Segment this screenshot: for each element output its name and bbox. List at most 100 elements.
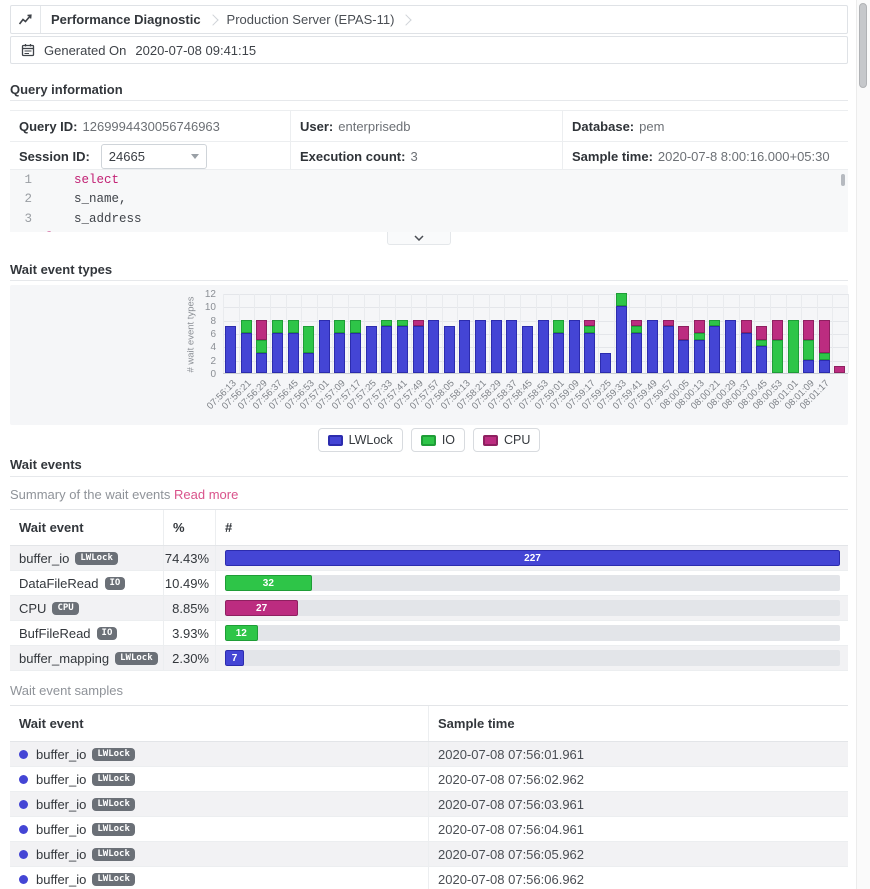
samples-table-body: buffer_ioLWLock2020-07-08 07:56:01.961bu…: [10, 742, 848, 889]
bar-segment-io: [631, 326, 642, 333]
breadcrumb-item-server[interactable]: Production Server (EPAS-11): [227, 12, 395, 27]
bar-segment-cpu: [772, 320, 783, 340]
bar-segment-lwlock: [741, 333, 752, 373]
bar-segment-lwlock: [366, 326, 377, 373]
count-bar-fill: 7: [225, 650, 244, 666]
breadcrumb-item-performance-diagnostic[interactable]: Performance Diagnostic: [51, 12, 201, 27]
wait-event-type-badge: LWLock: [92, 773, 135, 786]
gridline: [707, 294, 708, 373]
bar-segment-io: [803, 340, 814, 360]
samples-header-wait-event: Wait event: [10, 706, 428, 741]
summary-header-wait-event: Wait event: [10, 510, 163, 545]
gridline: [817, 294, 818, 373]
stacked-bar: [647, 320, 658, 373]
count-bar-fill: 32: [225, 575, 312, 591]
summary-percent-cell: 3.93%: [163, 621, 215, 645]
samples-table-row: buffer_ioLWLock2020-07-08 07:56:02.962: [10, 767, 848, 792]
summary-count-cell: 32: [215, 571, 848, 595]
gridline: [364, 294, 365, 373]
summary-wait-event-cell: buffer_mappingLWLock: [10, 646, 163, 670]
stacked-bar: [413, 320, 424, 373]
stacked-bar: [819, 320, 830, 373]
y-tick-label: 8: [210, 316, 216, 327]
divider: [10, 476, 848, 477]
legend-item-lwlock[interactable]: LWLock: [318, 428, 403, 452]
summary-wait-event-cell: CPUCPU: [10, 596, 163, 620]
summary-percent-cell: 8.85%: [163, 596, 215, 620]
wait-event-type-badge: LWLock: [92, 823, 135, 836]
sql-line-number: 1: [10, 173, 44, 187]
read-more-link[interactable]: Read more: [174, 487, 238, 502]
sample-time-cell: Sample time: 2020-07-8 8:00:16.000+05:30: [562, 142, 848, 171]
y-tick-label: 10: [205, 302, 216, 313]
stacked-bar: [225, 326, 236, 373]
legend-item-io[interactable]: IO: [411, 428, 465, 452]
bar-segment-io: [788, 320, 799, 373]
wait-event-name: buffer_io: [36, 772, 86, 787]
gridline: [739, 294, 740, 373]
bar-segment-io: [256, 340, 267, 353]
sql-code-text: s_address: [44, 212, 142, 226]
legend-item-cpu[interactable]: CPU: [473, 428, 540, 452]
trend-chart-icon-svg: [18, 12, 33, 27]
wait-event-type-badge: IO: [105, 577, 126, 590]
y-axis-label: # wait event types: [183, 294, 199, 374]
bar-segment-cpu: [741, 320, 752, 333]
sample-wait-event-cell: buffer_ioLWLock: [10, 842, 428, 866]
gridline: [301, 294, 302, 373]
page-scrollbar-thumb[interactable]: [859, 3, 867, 88]
database-label: Database:: [572, 119, 634, 134]
summary-table-body: buffer_ioLWLock74.43%227DataFileReadIO10…: [10, 546, 848, 671]
gridline: [317, 294, 318, 373]
bar-chart-plot-area: [223, 294, 848, 374]
bar-segment-lwlock: [584, 333, 595, 373]
bar-segment-lwlock: [522, 326, 533, 373]
summary-wait-event-cell: DataFileReadIO: [10, 571, 163, 595]
bar-segment-io: [772, 340, 783, 373]
gridline: [239, 294, 240, 373]
sql-code-editor[interactable]: 1 select2 s_name,3 s_address4from: [10, 170, 848, 232]
session-id-select[interactable]: 24665: [101, 144, 207, 169]
summary-count-cell: 27: [215, 596, 848, 620]
gridline: [754, 294, 755, 373]
page-scrollbar-track[interactable]: [856, 0, 870, 889]
stacked-bar: [475, 320, 486, 373]
gridline: [457, 294, 458, 373]
summary-table-row: BufFileReadIO3.93% 12: [10, 621, 848, 646]
count-bar-track: 32: [225, 575, 840, 591]
sample-time-cell: 2020-07-08 07:56:03.961: [428, 792, 848, 816]
gridline: [661, 294, 662, 373]
summary-header-count: #: [215, 510, 848, 545]
stacked-bar: [319, 320, 330, 373]
session-id-label: Session ID:: [19, 149, 90, 164]
query-id-cell: Query ID: 1269994430056746963: [10, 111, 290, 141]
summary-percent-cell: 2.30%: [163, 646, 215, 670]
bar-segment-cpu: [678, 326, 689, 339]
count-bar-value: 32: [263, 578, 274, 589]
sample-time-cell: 2020-07-08 07:56:06.962: [428, 867, 848, 889]
chevron-down-icon: [191, 154, 199, 159]
expand-query-button[interactable]: [387, 232, 451, 245]
count-bar-value: 12: [236, 628, 247, 639]
summary-caption: Summary of the wait events Read more: [10, 487, 238, 502]
stacked-bar: [694, 320, 705, 373]
gridline: [426, 294, 427, 373]
stacked-bar: [350, 320, 361, 373]
wait-event-type-badge: IO: [97, 627, 118, 640]
stacked-bar: [803, 320, 814, 373]
bar-segment-cpu: [631, 320, 642, 327]
summary-count-cell: 12: [215, 621, 848, 645]
wait-event-type-badge: LWLock: [92, 798, 135, 811]
wait-event-type-badge: LWLock: [115, 652, 158, 665]
gridline: [286, 294, 287, 373]
bar-segment-io: [303, 326, 314, 353]
bar-segment-lwlock: [600, 353, 611, 373]
wait-event-name: buffer_io: [19, 551, 69, 566]
stacked-bar: [600, 353, 611, 373]
legend-swatch-lwlock: [328, 435, 343, 446]
samples-table-row: buffer_ioLWLock2020-07-08 07:56:03.961: [10, 792, 848, 817]
gridline: [379, 294, 380, 373]
gridline: [801, 294, 802, 373]
code-scrollbar-thumb[interactable]: [841, 174, 845, 186]
summary-wait-event-cell: BufFileReadIO: [10, 621, 163, 645]
